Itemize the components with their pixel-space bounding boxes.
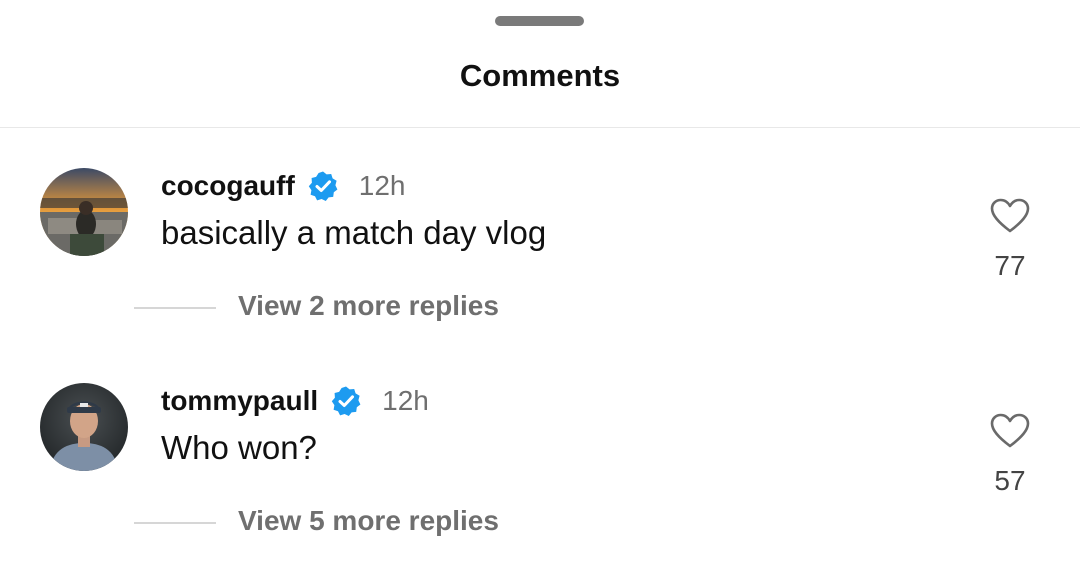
comment-text: Who won? bbox=[161, 429, 317, 466]
comment-text: basically a match day vlog bbox=[161, 214, 547, 251]
comment-meta: tommypaull 12h bbox=[161, 383, 429, 419]
avatar[interactable] bbox=[40, 383, 128, 471]
sheet-title: Comments bbox=[459, 58, 621, 93]
replies-divider bbox=[134, 307, 216, 309]
timestamp: 12h bbox=[382, 385, 429, 416]
view-replies-button[interactable]: View 5 more replies bbox=[238, 505, 499, 537]
heart-icon[interactable] bbox=[990, 198, 1030, 234]
like-count: 77 bbox=[994, 250, 1026, 281]
replies-divider bbox=[134, 522, 216, 524]
verified-badge-icon bbox=[307, 170, 339, 202]
drag-handle[interactable] bbox=[495, 16, 584, 26]
comment-item: tommypaull 12h Who won? 57 View 5 more r… bbox=[0, 383, 1080, 573]
verified-badge-icon bbox=[330, 385, 362, 417]
heart-icon[interactable] bbox=[990, 413, 1030, 449]
like-count: 57 bbox=[994, 465, 1026, 496]
view-replies-button[interactable]: View 2 more replies bbox=[238, 290, 499, 322]
avatar[interactable] bbox=[40, 168, 128, 256]
username[interactable]: cocogauff bbox=[161, 170, 295, 202]
comment-meta: cocogauff 12h bbox=[161, 168, 406, 204]
header-divider bbox=[0, 127, 1080, 128]
timestamp: 12h bbox=[358, 170, 406, 201]
comment-item: cocogauff 12h basically a match day vlog… bbox=[0, 168, 1080, 358]
username[interactable]: tommypaull bbox=[161, 385, 318, 417]
